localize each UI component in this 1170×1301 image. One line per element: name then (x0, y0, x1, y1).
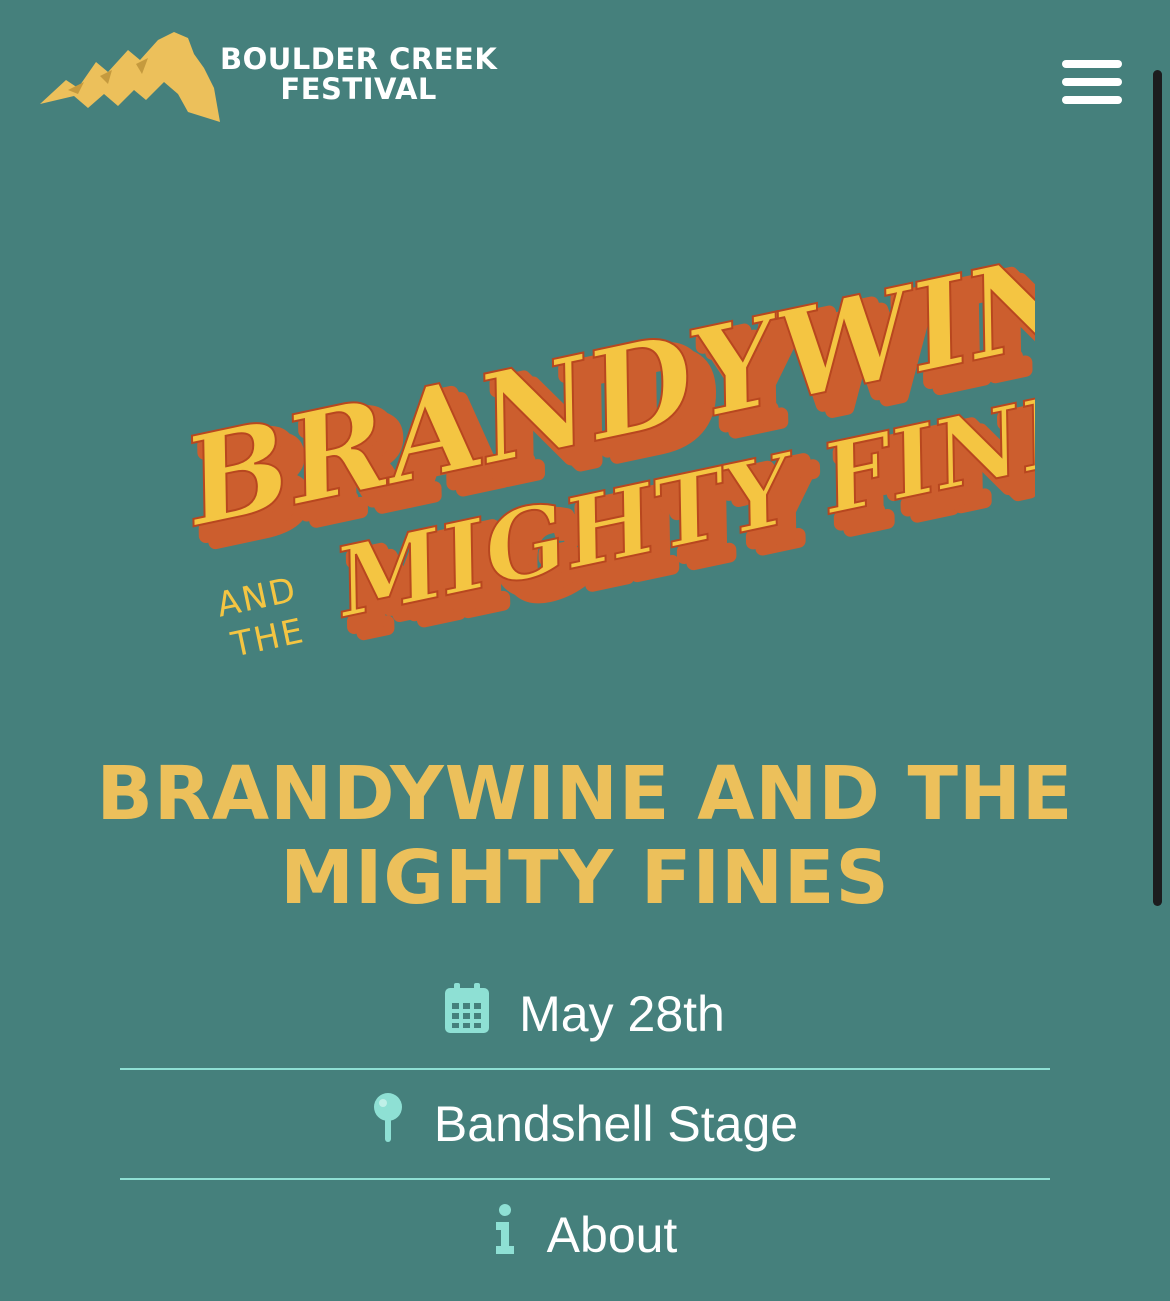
scrollbar[interactable] (1153, 70, 1162, 906)
event-location-row[interactable]: Bandshell Stage (120, 1070, 1050, 1180)
logo-wordmark: BOULDER CREEK FESTIVAL (220, 44, 497, 104)
event-location: Bandshell Stage (433, 1096, 799, 1152)
about-link: About (546, 1207, 678, 1263)
hamburger-menu-icon[interactable] (1058, 56, 1128, 108)
mountain-logo-icon (40, 32, 220, 122)
event-date: May 28th (519, 986, 725, 1042)
event-info-list: May 28th Bandshell Stage About (120, 960, 1050, 1290)
festival-logo[interactable]: BOULDER CREEK FESTIVAL (38, 30, 498, 122)
info-icon (493, 1204, 517, 1266)
menu-bar (1062, 78, 1122, 86)
page-title: BRANDYWINE AND THE MIGHTY FINES (96, 751, 1074, 921)
menu-bar (1062, 60, 1122, 68)
menu-bar (1062, 96, 1122, 104)
logo-line-1: BOULDER CREEK (220, 42, 498, 76)
band-artwork: BRANDYWINE MIGHTY FINES BRANDYWINE MIGHT… (168, 215, 1035, 665)
calendar-icon (445, 983, 490, 1045)
event-date-row[interactable]: May 28th (120, 960, 1050, 1070)
event-about-row[interactable]: About (120, 1180, 1050, 1290)
site-header: BOULDER CREEK FESTIVAL (0, 0, 1170, 140)
map-pin-icon (372, 1092, 404, 1156)
logo-line-2: FESTIVAL (280, 72, 437, 106)
